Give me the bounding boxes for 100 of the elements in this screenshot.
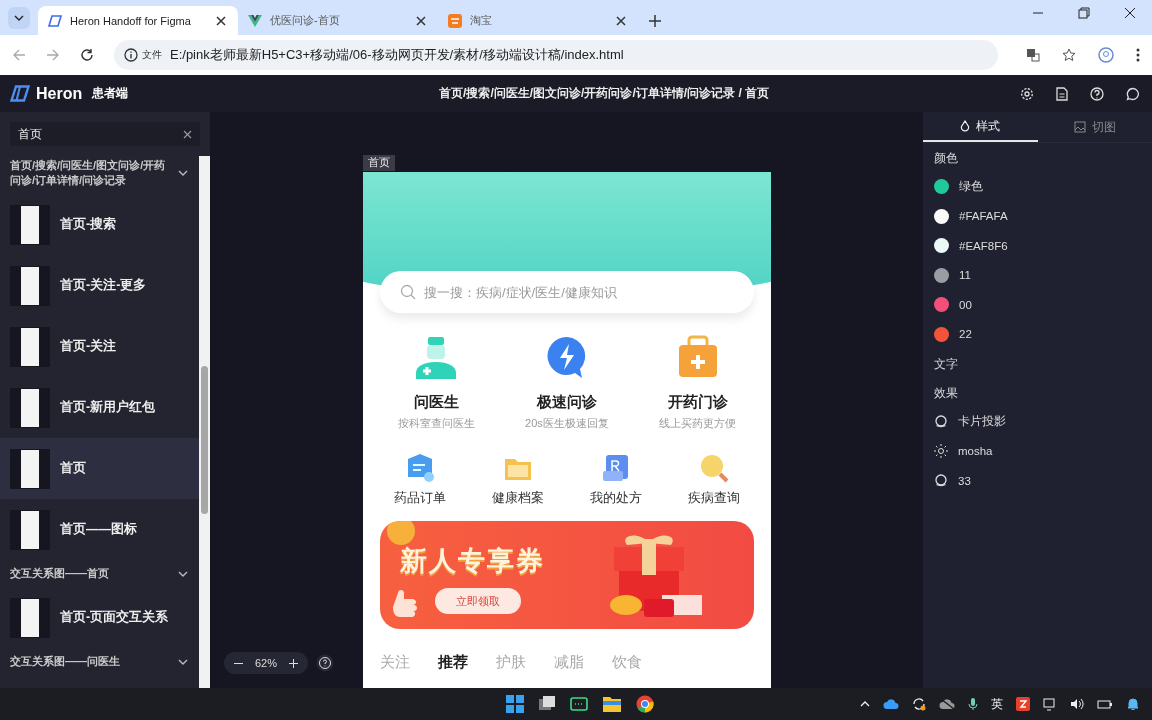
taobao-logo-icon: [448, 13, 462, 28]
page-thumbnail: [10, 448, 50, 489]
input-method[interactable]: 英: [991, 695, 1003, 713]
doctor-icon: [414, 335, 459, 379]
service-subtitle: 线上买药更方便: [659, 416, 737, 431]
page-thumbnail: [10, 387, 50, 428]
color-swatch[interactable]: [934, 238, 949, 254]
close-icon[interactable]: [214, 13, 228, 28]
help-icon[interactable]: [316, 654, 335, 672]
folder-icon[interactable]: [602, 695, 622, 713]
close-icon[interactable]: [614, 13, 628, 28]
color-name[interactable]: #EAF8F6: [959, 239, 1008, 252]
page-group-header[interactable]: 首页/搜索/问医生/图文问诊/开药问诊/订单详情/问诊记录: [0, 152, 199, 194]
color-swatch[interactable]: [934, 208, 949, 224]
scrollbar[interactable]: [199, 156, 210, 688]
help-icon[interactable]: [1090, 86, 1104, 101]
profile-icon[interactable]: [1098, 47, 1114, 63]
page-item[interactable]: 首页-搜索: [0, 194, 199, 255]
service-subtitle: 按科室查问医生: [397, 416, 475, 431]
claim-button[interactable]: 立即领取: [435, 588, 521, 614]
more-icon[interactable]: [1136, 48, 1140, 62]
clear-icon[interactable]: [183, 130, 192, 139]
task-view-icon[interactable]: [538, 695, 556, 713]
url-text: E:/pink老师最新H5+C3+移动端/06-移动网页开发/素材/移动端设计稿/index.html: [170, 46, 624, 64]
sync-icon[interactable]: [912, 697, 926, 711]
order-icon: [405, 453, 435, 483]
search-field[interactable]: 首页: [10, 122, 200, 146]
color-name[interactable]: 00: [959, 298, 972, 311]
heron-logo-icon: [48, 14, 62, 27]
color-swatch[interactable]: [934, 179, 949, 195]
browser-tab[interactable]: 优医问诊-首页: [238, 6, 438, 35]
color-name[interactable]: #FAFAFA: [959, 210, 1008, 223]
service-title[interactable]: 开药门诊: [667, 393, 728, 412]
restore-icon[interactable]: [1078, 6, 1090, 19]
color-name[interactable]: 绿色: [959, 179, 983, 195]
vue-logo-icon: [248, 14, 262, 27]
browser-tab[interactable]: 淘宝: [438, 6, 638, 35]
color-swatch[interactable]: [934, 297, 949, 313]
coupon-banner[interactable]: 新人专享券 立即领取: [380, 521, 754, 629]
star-icon[interactable]: [1062, 48, 1076, 62]
microphone-icon[interactable]: [968, 697, 978, 711]
page-group-header[interactable]: 交互关系图——问医生: [0, 648, 199, 675]
inspector-tab[interactable]: 样式: [923, 112, 1038, 142]
cloud-off-icon[interactable]: [939, 698, 955, 710]
terminal-icon[interactable]: [570, 695, 588, 713]
search-icon: [400, 284, 416, 300]
color-name[interactable]: 22: [959, 328, 972, 341]
shadow-icon: [934, 473, 948, 488]
start-icon[interactable]: [506, 695, 524, 713]
color-name[interactable]: 11: [959, 269, 971, 282]
page-item[interactable]: 首页: [0, 438, 199, 499]
page-item[interactable]: 首页-关注: [0, 316, 199, 377]
network-icon[interactable]: [1043, 697, 1057, 711]
battery-icon[interactable]: [1097, 698, 1113, 710]
bell-icon[interactable]: [1126, 697, 1140, 711]
file-label: 文件: [142, 48, 162, 62]
zoom-control[interactable]: 62%: [224, 652, 309, 674]
chrome-icon[interactable]: [636, 695, 654, 713]
app-subtitle: 患者端: [92, 85, 129, 102]
shortcut-label[interactable]: 疾病查询: [688, 489, 740, 507]
section-heading: 文字: [933, 357, 959, 372]
close-icon[interactable]: [1124, 6, 1136, 19]
color-swatch[interactable]: [934, 267, 949, 283]
prescription-icon: [601, 453, 631, 483]
blur-icon: [934, 444, 948, 459]
comment-icon[interactable]: [1126, 86, 1140, 101]
magnifier-icon: [699, 453, 729, 483]
close-icon[interactable]: [414, 13, 428, 28]
shortcut-label[interactable]: 药品订单: [394, 489, 446, 507]
cloud-icon[interactable]: [883, 698, 899, 710]
inspector-tab[interactable]: 切图: [1037, 112, 1152, 142]
page-item[interactable]: 首页-新用户红包: [0, 377, 199, 438]
image-icon: [1073, 121, 1086, 133]
settings-icon[interactable]: [1020, 86, 1034, 101]
effect-name[interactable]: 33: [958, 474, 971, 487]
feed-tab[interactable]: 推荐: [438, 653, 468, 672]
page-item[interactable]: 首页——图标: [0, 499, 199, 560]
browser-tab[interactable]: Heron Handoff for Figma: [38, 6, 238, 35]
translate-icon[interactable]: [1026, 48, 1040, 62]
effect-name[interactable]: 卡片投影: [958, 414, 1006, 430]
address-bar[interactable]: 文件 E:/pink老师最新H5+C3+移动端/06-移动网页开发/素材/移动端设计稿/index.html: [114, 40, 998, 70]
page-thumbnail: [10, 326, 50, 367]
ime-icon[interactable]: [1016, 697, 1030, 711]
frame-label: 首页: [363, 155, 395, 171]
page-item[interactable]: 首页-页面交互关系: [0, 587, 199, 648]
page-group-header[interactable]: 交互关系图——首页: [0, 560, 199, 587]
effect-name[interactable]: mosha: [958, 445, 993, 458]
new-tab-icon[interactable]: [648, 14, 662, 28]
page-item[interactable]: 首页-关注-更多: [0, 255, 199, 316]
document-icon[interactable]: [1056, 86, 1068, 101]
service-title[interactable]: 极速问诊: [537, 393, 597, 412]
section-heading: 颜色: [933, 151, 959, 166]
color-swatch[interactable]: [934, 326, 949, 342]
service-title[interactable]: 问医生: [413, 393, 459, 412]
shortcut-label[interactable]: 我的处方: [590, 489, 642, 507]
volume-icon[interactable]: [1070, 697, 1084, 711]
info-icon[interactable]: [124, 48, 138, 62]
chevron-up-icon[interactable]: [860, 699, 870, 709]
reload-icon[interactable]: [80, 48, 94, 62]
shortcut-label[interactable]: 健康档案: [492, 489, 544, 507]
